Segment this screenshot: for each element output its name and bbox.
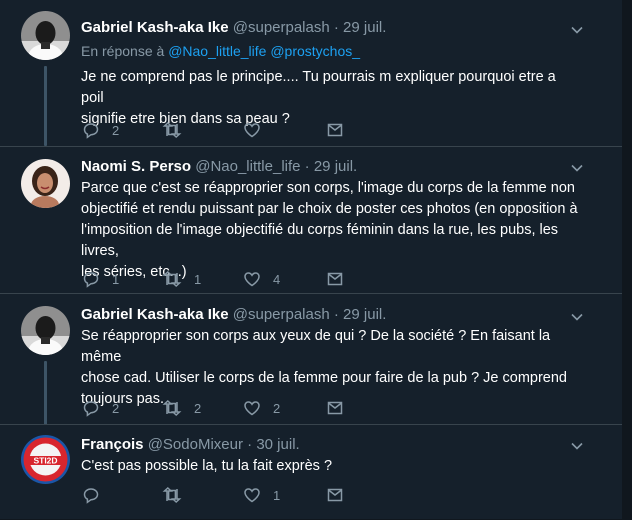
reply-count: 1	[112, 271, 120, 287]
avatar[interactable]	[21, 306, 70, 355]
retweet-button[interactable]	[162, 485, 194, 505]
avatar-text: STI2D	[33, 456, 57, 466]
like-count: 4	[273, 271, 281, 287]
tweet-text-line: Se réapproprier son corps aux yeux de qu…	[81, 328, 551, 365]
dm-icon	[327, 272, 343, 286]
separator: ·	[304, 158, 310, 175]
dm-icon	[327, 401, 343, 415]
like-count: 1	[273, 487, 281, 503]
author-name[interactable]: Gabriel Kash-aka Ike	[81, 19, 229, 36]
separator: ·	[333, 306, 339, 323]
retweet-count: 2	[194, 400, 202, 416]
tweet[interactable]: Naomi S. Perso @Nao_little_life · 29 jui…	[0, 146, 622, 294]
timeline-panel: Gabriel Kash-aka Ike @superpalash · 29 j…	[0, 0, 622, 519]
caret-down-icon[interactable]	[570, 439, 584, 453]
like-button[interactable]	[243, 120, 273, 140]
author-handle[interactable]: @superpalash	[233, 19, 330, 36]
reply-button[interactable]	[82, 485, 112, 505]
like-icon	[244, 272, 260, 287]
reply-count: 2	[112, 122, 120, 138]
dm-icon	[327, 123, 343, 137]
retweet-button[interactable]: 2	[162, 398, 201, 418]
avatar[interactable]: STI2D	[21, 435, 70, 484]
retweet-icon	[162, 486, 182, 504]
tweet-text-line: Parce que c'est se réapproprier son corp…	[81, 180, 575, 196]
dm-button[interactable]	[326, 120, 344, 140]
separator: ·	[247, 436, 253, 453]
author-name[interactable]: François	[81, 436, 144, 453]
retweet-button[interactable]: 1	[162, 269, 201, 289]
dm-button[interactable]	[326, 269, 344, 289]
tweet-text-line: Je ne comprend pas le principe.... Tu po…	[81, 69, 556, 106]
author-handle[interactable]: @Nao_little_life	[195, 158, 300, 175]
page-edge	[622, 0, 632, 519]
tweet[interactable]: Gabriel Kash-aka Ike @superpalash · 29 j…	[0, 293, 622, 425]
retweet-icon	[162, 270, 182, 288]
reply-button[interactable]: 2	[82, 398, 119, 418]
reply-context: En réponse à @Nao_little_life @prostycho…	[81, 41, 582, 61]
retweet-icon	[162, 399, 182, 417]
retweet-button[interactable]	[162, 120, 194, 140]
tweet-date[interactable]: 29 juil.	[343, 306, 386, 323]
dm-icon	[327, 488, 343, 502]
thread-line	[44, 66, 47, 146]
tweet-date[interactable]: 30 juil.	[256, 436, 299, 453]
caret-down-icon[interactable]	[570, 161, 584, 175]
reply-prefix: En réponse à	[81, 43, 165, 59]
avatar[interactable]	[21, 11, 70, 60]
reply-count: 2	[112, 400, 120, 416]
tweet-date[interactable]: 29 juil.	[314, 158, 357, 175]
like-count: 2	[273, 400, 281, 416]
tweet[interactable]: STI2D François @SodoMixeur · 30 juil. C'…	[0, 424, 622, 520]
tweet-text-line: l'imposition de l'image objectifié du co…	[81, 222, 559, 259]
tweet[interactable]: Gabriel Kash-aka Ike @superpalash · 29 j…	[0, 0, 622, 146]
reply-icon	[83, 401, 99, 417]
reply-button[interactable]: 2	[82, 120, 119, 140]
tweet-text-line: chose cad. Utiliser le corps de la femme…	[81, 370, 567, 386]
thread-line	[44, 361, 47, 425]
reply-icon	[83, 123, 99, 139]
reply-handle-link[interactable]: @prostychos_	[270, 43, 360, 59]
dm-button[interactable]	[326, 398, 344, 418]
tweet-text-line: C'est pas possible la, tu la fait exprès…	[81, 458, 333, 474]
author-handle[interactable]: @superpalash	[233, 306, 330, 323]
retweet-count: 1	[194, 271, 202, 287]
retweet-icon	[162, 121, 182, 139]
tweet-text-line: objectifié et rendu puissant par le choi…	[81, 201, 578, 217]
author-handle[interactable]: @SodoMixeur	[148, 436, 243, 453]
author-name[interactable]: Gabriel Kash-aka Ike	[81, 306, 229, 323]
reply-icon	[83, 272, 99, 288]
dm-button[interactable]	[326, 485, 344, 505]
reply-handle-link[interactable]: @Nao_little_life	[168, 43, 266, 59]
tweet-text: C'est pas possible la, tu la fait exprès…	[81, 456, 582, 477]
author-name[interactable]: Naomi S. Perso	[81, 158, 191, 175]
separator: ·	[333, 19, 339, 36]
like-button[interactable]: 2	[243, 398, 280, 418]
like-icon	[244, 123, 260, 138]
tweet-text: Parce que c'est se réapproprier son corp…	[81, 178, 582, 283]
tweet-date[interactable]: 29 juil.	[343, 19, 386, 36]
like-icon	[244, 488, 260, 503]
caret-down-icon[interactable]	[570, 310, 584, 324]
like-button[interactable]: 4	[243, 269, 280, 289]
like-button[interactable]: 1	[243, 485, 280, 505]
like-icon	[244, 401, 260, 416]
reply-button[interactable]: 1	[82, 269, 119, 289]
caret-down-icon[interactable]	[570, 23, 584, 37]
avatar[interactable]	[21, 159, 70, 208]
reply-icon	[83, 488, 99, 504]
